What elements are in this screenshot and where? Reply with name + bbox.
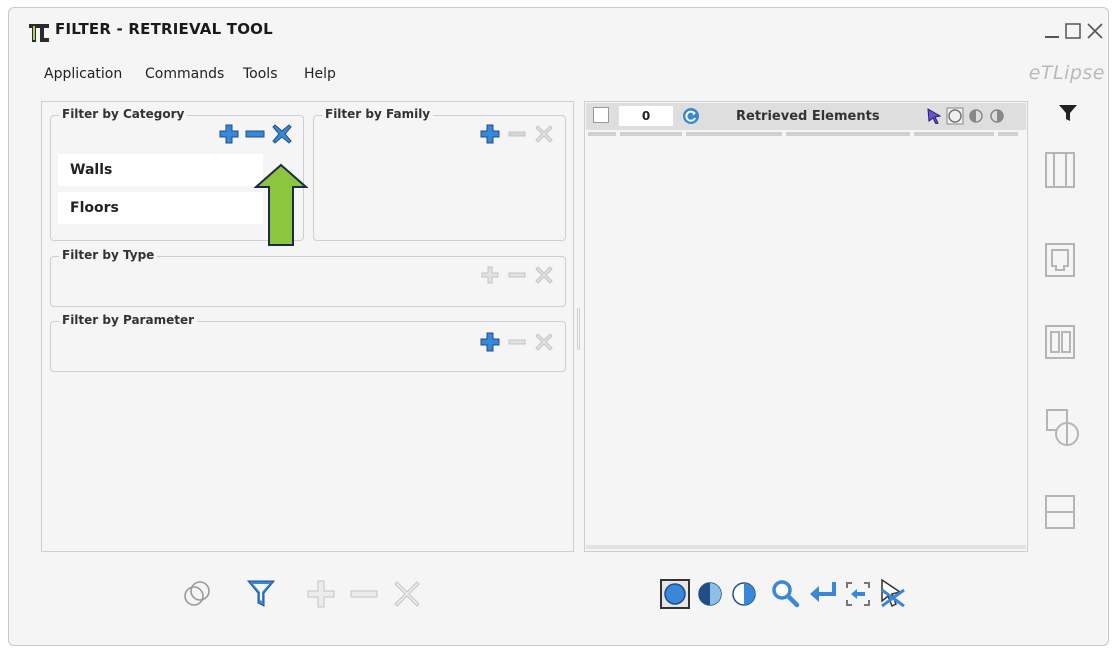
filter-by-type-label: Filter by Type: [59, 248, 158, 262]
parameter-remove-icon[interactable]: [507, 332, 527, 352]
category-clear-icon[interactable]: [272, 124, 292, 144]
parameter-clear-icon[interactable]: [534, 332, 554, 352]
retrieved-elements-title: Retrieved Elements: [736, 109, 880, 124]
minimize-icon[interactable]: [1043, 22, 1061, 40]
category-remove-icon[interactable]: [245, 124, 265, 144]
zoom-icon[interactable]: [770, 578, 800, 608]
add-icon[interactable]: [305, 578, 337, 610]
overlap-circles-icon[interactable]: [181, 578, 213, 610]
refresh-icon[interactable]: [682, 107, 700, 125]
remove-icon[interactable]: [348, 578, 380, 610]
menu-help[interactable]: Help: [304, 66, 336, 82]
section-view-icon[interactable]: [1044, 492, 1076, 532]
filter-by-family-group: Filter by Family: [313, 107, 566, 241]
pick-cursor-icon[interactable]: [926, 108, 942, 125]
category-add-icon[interactable]: [219, 124, 239, 144]
select-mode-circle-icon[interactable]: [946, 107, 964, 125]
app-logo-icon: [28, 22, 50, 44]
parameter-add-icon[interactable]: [480, 332, 500, 352]
clear-icon[interactable]: [393, 580, 421, 608]
brand-logo: eTLipse: [1028, 62, 1105, 84]
filter-funnel-icon[interactable]: [1057, 102, 1079, 124]
filter-by-parameter-label: Filter by Parameter: [59, 313, 198, 327]
category-item-walls[interactable]: Walls: [58, 154, 263, 186]
family-remove-icon[interactable]: [507, 124, 527, 144]
window-title: FILTER - RETRIEVAL TOOL: [55, 20, 273, 38]
select-mode-right-icon[interactable]: [988, 107, 1006, 125]
up-arrow-annotation-icon: [253, 163, 309, 247]
type-clear-icon[interactable]: [534, 265, 554, 285]
filter-by-category-label: Filter by Category: [59, 107, 188, 121]
half-select-icon[interactable]: [696, 580, 724, 608]
type-remove-icon[interactable]: [507, 265, 527, 285]
menu-tools[interactable]: Tools: [243, 66, 278, 82]
maximize-icon[interactable]: [1064, 22, 1082, 40]
results-list[interactable]: [587, 141, 1025, 544]
result-count-field[interactable]: 0: [619, 106, 673, 126]
floor-view-icon[interactable]: [1044, 240, 1076, 280]
filter-icon[interactable]: [245, 577, 277, 609]
select-all-checkbox[interactable]: [593, 107, 609, 123]
category-item-floors[interactable]: Floors: [58, 192, 263, 224]
filter-by-family-label: Filter by Family: [322, 107, 434, 121]
wall-view-icon[interactable]: [1044, 150, 1076, 190]
select-all-icon[interactable]: [660, 579, 690, 609]
results-scroll-line: [586, 545, 1026, 549]
select-mode-half-icon[interactable]: [967, 107, 985, 125]
shape-view-icon[interactable]: [1044, 406, 1080, 450]
fit-icon[interactable]: [844, 580, 872, 608]
panel-splitter[interactable]: [577, 308, 580, 350]
menu-application[interactable]: Application: [44, 66, 122, 82]
invert-select-icon[interactable]: [730, 580, 758, 608]
return-icon[interactable]: [808, 578, 840, 608]
type-add-icon[interactable]: [480, 265, 500, 285]
close-icon[interactable]: [1086, 22, 1104, 40]
column-view-icon[interactable]: [1044, 322, 1076, 362]
family-clear-icon[interactable]: [534, 124, 554, 144]
menu-commands[interactable]: Commands: [145, 66, 224, 82]
family-add-icon[interactable]: [480, 124, 500, 144]
isolate-icon[interactable]: [876, 576, 910, 610]
